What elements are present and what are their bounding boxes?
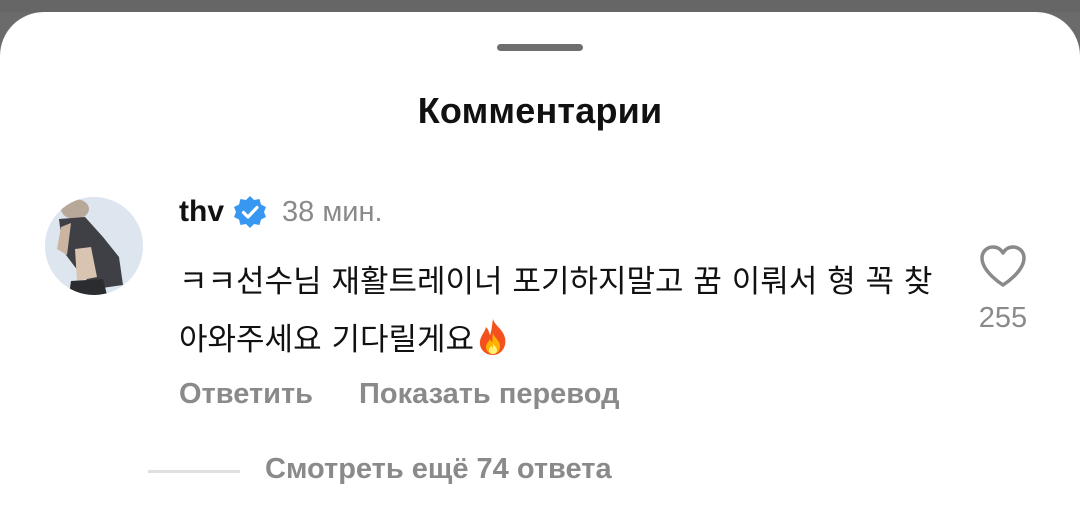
show-translation-button[interactable]: Показать перевод xyxy=(359,378,619,411)
avatar-image xyxy=(45,197,143,295)
heart-outline-icon xyxy=(980,245,1026,287)
comment-body: ㅋㅋ선수님 재활트레이너 포기하지말고 꿈 이뤄서 형 꼭 찾아와주세요 기다릴… xyxy=(179,253,939,369)
sheet-title: Комментарии xyxy=(417,90,663,131)
comment-actions: Ответить Показать перевод xyxy=(179,378,620,411)
backdrop xyxy=(0,0,1080,12)
comment-timestamp: 38 мин. xyxy=(282,195,383,228)
replies-divider xyxy=(148,470,240,473)
reply-button[interactable]: Ответить xyxy=(179,378,313,411)
fire-emoji-icon xyxy=(476,317,510,355)
comment-text: ㅋㅋ선수님 재활트레이너 포기하지말고 꿈 이뤄서 형 꼭 찾아와주세요 기다릴… xyxy=(179,264,933,358)
view-replies-button[interactable]: Смотреть ещё 74 ответа xyxy=(265,453,612,486)
username[interactable]: thv xyxy=(179,195,224,229)
avatar[interactable] xyxy=(45,197,143,295)
sheet-drag-handle[interactable] xyxy=(497,44,583,51)
verified-check-icon xyxy=(232,194,268,230)
comment-header: thv 38 мин. xyxy=(179,192,383,232)
like-count: 255 xyxy=(978,302,1028,334)
like-button[interactable] xyxy=(978,243,1028,289)
